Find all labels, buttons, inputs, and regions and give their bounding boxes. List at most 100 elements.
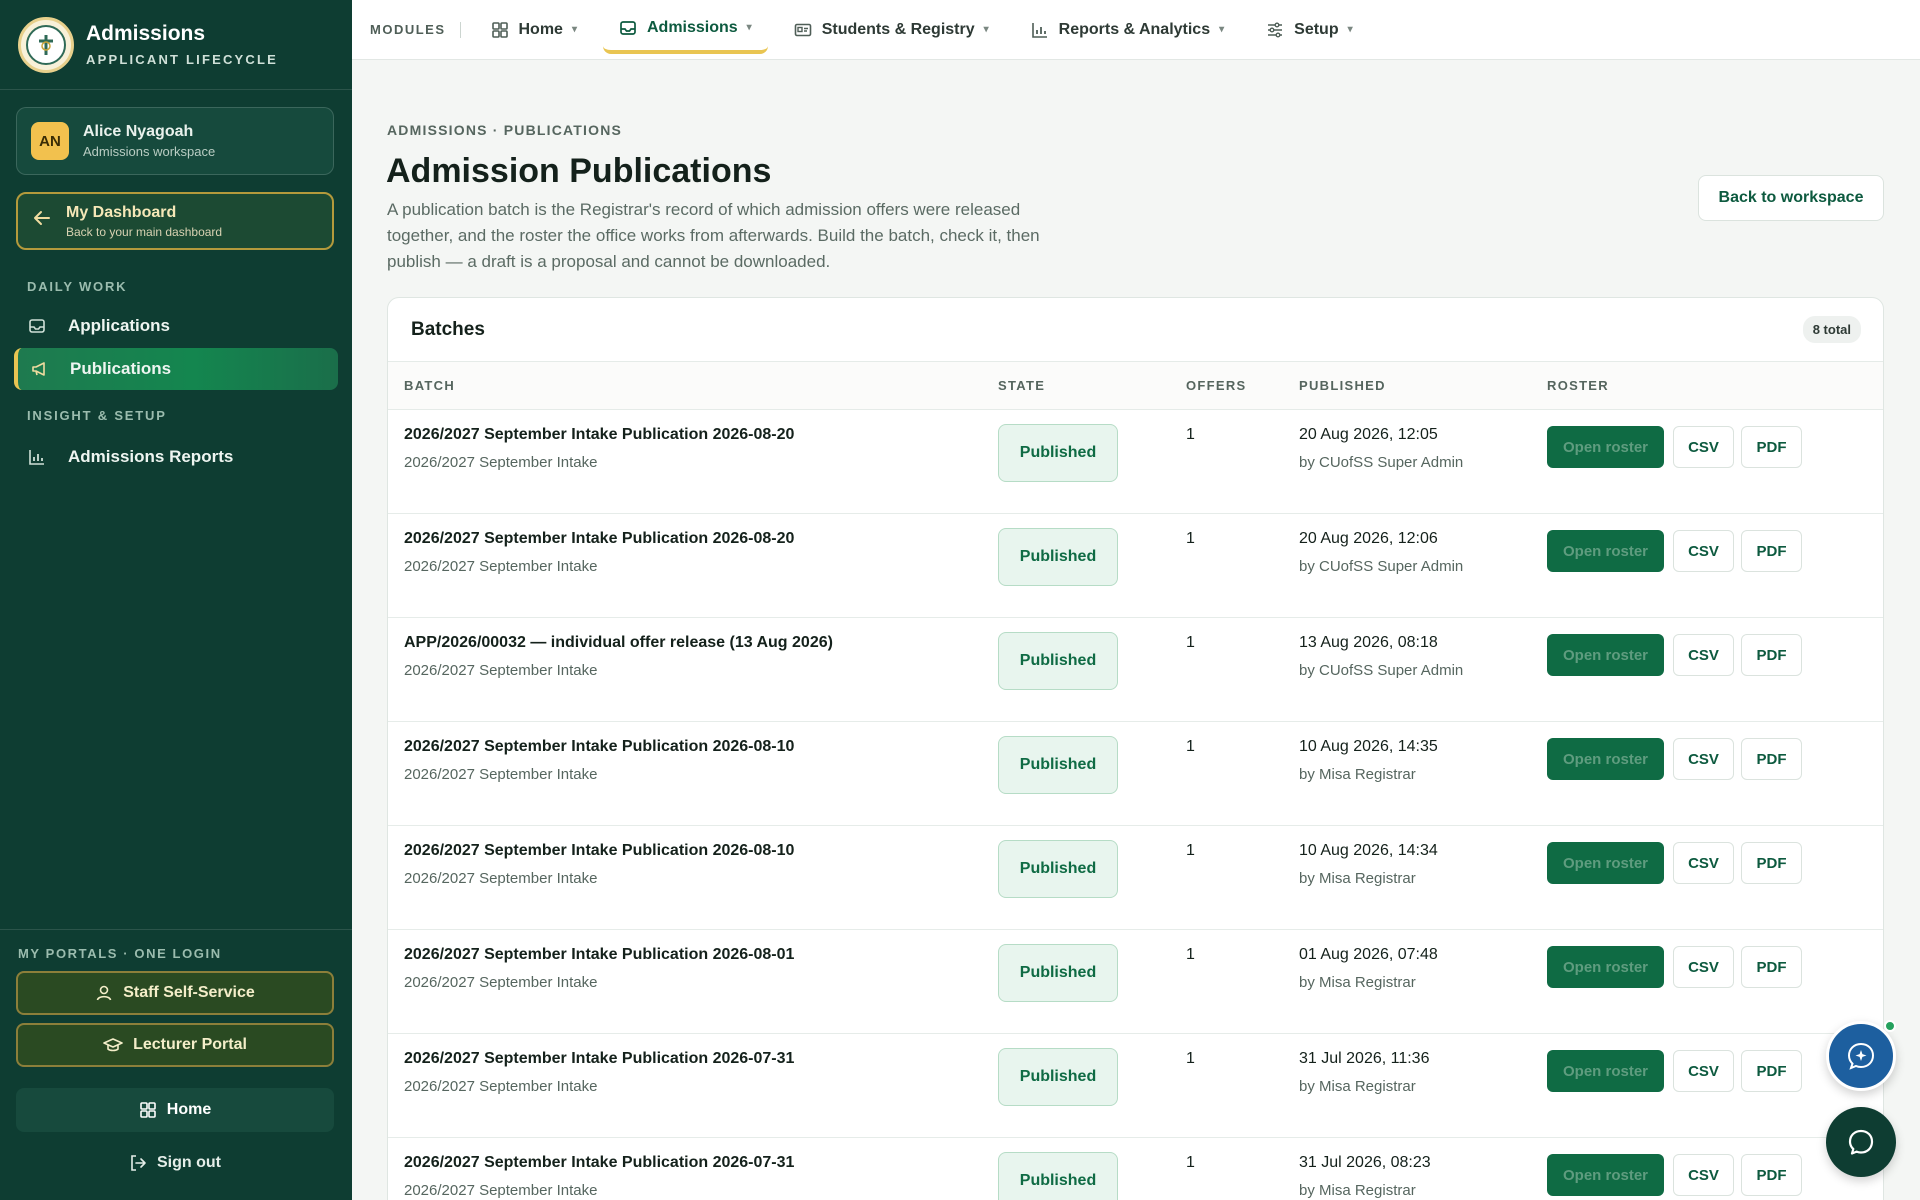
open-roster-button[interactable]: Open roster [1547, 530, 1664, 572]
bar-chart-icon [28, 448, 50, 466]
csv-download-button[interactable]: CSV [1673, 1050, 1734, 1092]
published-date: 20 Aug 2026, 12:06 [1299, 530, 1438, 547]
table-row: 2026/2027 September Intake Publication 2… [388, 930, 1883, 1034]
csv-download-button[interactable]: CSV [1673, 842, 1734, 884]
offers-count: 1 [1186, 946, 1195, 963]
batch-intake: 2026/2027 September Intake [404, 1078, 598, 1095]
sidebar: Admissions APPLICANT LIFECYCLE AN Alice … [0, 0, 352, 1200]
status-badge: Published [998, 1048, 1118, 1106]
csv-download-button[interactable]: CSV [1673, 530, 1734, 572]
batch-title[interactable]: 2026/2027 September Intake Publication 2… [404, 1050, 794, 1068]
batch-title[interactable]: 2026/2027 September Intake Publication 2… [404, 946, 794, 964]
chevron-down-icon: ▾ [983, 24, 989, 35]
status-badge: Published [998, 1152, 1118, 1200]
tab-admissions[interactable]: Admissions ▾ [602, 6, 768, 54]
published-by: by CUofSS Super Admin [1299, 454, 1464, 471]
table-row: 2026/2027 September Intake Publication 2… [388, 514, 1883, 618]
csv-download-button[interactable]: CSV [1673, 946, 1734, 988]
pdf-download-button[interactable]: PDF [1741, 1154, 1802, 1196]
dashboard-title: My Dashboard [66, 203, 177, 221]
batch-title[interactable]: 2026/2027 September Intake Publication 2… [404, 738, 794, 756]
inbox-icon [619, 19, 637, 37]
pdf-download-button[interactable]: PDF [1741, 738, 1802, 780]
sign-out-icon [129, 1154, 147, 1172]
open-roster-button[interactable]: Open roster [1547, 426, 1664, 468]
table-row: 2026/2027 September Intake Publication 2… [388, 826, 1883, 930]
published-by: by Misa Registrar [1299, 766, 1416, 783]
ai-assistant-button[interactable] [1826, 1021, 1896, 1091]
open-roster-button[interactable]: Open roster [1547, 738, 1664, 780]
sidebar-item-applications[interactable]: Applications [14, 305, 338, 347]
published-date: 31 Jul 2026, 11:36 [1299, 1050, 1430, 1067]
pdf-download-button[interactable]: PDF [1741, 530, 1802, 572]
batch-intake: 2026/2027 September Intake [404, 766, 598, 783]
batch-title[interactable]: 2026/2027 September Intake Publication 2… [404, 530, 794, 548]
staff-self-service-button[interactable]: Staff Self-Service [16, 971, 334, 1015]
csv-download-button[interactable]: CSV [1673, 1154, 1734, 1196]
open-roster-button[interactable]: Open roster [1547, 1050, 1664, 1092]
count-badge: 8 total [1802, 316, 1861, 343]
divider [0, 929, 352, 930]
open-roster-button[interactable]: Open roster [1547, 1154, 1664, 1196]
csv-download-button[interactable]: CSV [1673, 634, 1734, 676]
tab-students-registry[interactable]: Students & Registry ▾ [778, 7, 1005, 53]
column-header-batch[interactable]: BATCH [404, 378, 455, 393]
user-role: Admissions workspace [83, 144, 216, 159]
sidebar-item-publications[interactable]: Publications [14, 348, 338, 390]
open-roster-button[interactable]: Open roster [1547, 634, 1664, 676]
pdf-download-button[interactable]: PDF [1741, 842, 1802, 884]
column-header-offers[interactable]: OFFERS [1186, 378, 1247, 393]
tab-reports-analytics[interactable]: Reports & Analytics ▾ [1015, 7, 1240, 53]
batch-intake: 2026/2027 September Intake [404, 558, 598, 575]
column-header-published[interactable]: PUBLISHED [1299, 378, 1386, 393]
chevron-down-icon: ▾ [1347, 24, 1353, 35]
sign-out-button[interactable]: Sign out [16, 1148, 334, 1178]
open-roster-button[interactable]: Open roster [1547, 842, 1664, 884]
chevron-down-icon: ▾ [1219, 24, 1225, 35]
sidebar-item-label: Applications [68, 316, 171, 335]
portals-label: MY PORTALS · ONE LOGIN [18, 946, 222, 961]
chevron-down-icon: ▾ [571, 24, 577, 35]
home-button[interactable]: Home [16, 1088, 334, 1132]
user-card[interactable]: AN Alice Nyagoah Admissions workspace [16, 107, 334, 175]
megaphone-icon [30, 360, 52, 378]
pdf-download-button[interactable]: PDF [1741, 634, 1802, 676]
tab-setup[interactable]: Setup ▾ [1250, 7, 1368, 53]
tab-home[interactable]: Home ▾ [475, 7, 593, 53]
page-title: Admission Publications [386, 152, 772, 190]
sidebar-item-admissions-reports[interactable]: Admissions Reports [14, 436, 338, 478]
tab-label: Students & Registry [821, 20, 975, 38]
sliders-icon [1266, 21, 1284, 39]
offers-count: 1 [1186, 1050, 1195, 1067]
batch-title[interactable]: 2026/2027 September Intake Publication 2… [404, 426, 794, 444]
pdf-download-button[interactable]: PDF [1741, 426, 1802, 468]
staff-self-service-label: Staff Self-Service [123, 984, 255, 1001]
published-date: 20 Aug 2026, 12:05 [1299, 426, 1438, 443]
csv-download-button[interactable]: CSV [1673, 738, 1734, 780]
published-by: by Misa Registrar [1299, 870, 1416, 887]
pdf-download-button[interactable]: PDF [1741, 946, 1802, 988]
published-by: by Misa Registrar [1299, 1182, 1416, 1199]
batch-intake: 2026/2027 September Intake [404, 974, 598, 991]
lecturer-portal-button[interactable]: Lecturer Portal [16, 1023, 334, 1067]
csv-download-button[interactable]: CSV [1673, 426, 1734, 468]
offers-count: 1 [1186, 842, 1195, 859]
my-dashboard-button[interactable]: My Dashboard Back to your main dashboard [16, 192, 334, 250]
batches-title: Batches [411, 318, 485, 340]
graduation-cap-icon [103, 1036, 123, 1054]
batches-table-body: 2026/2027 September Intake Publication 2… [388, 410, 1883, 1200]
batch-title[interactable]: 2026/2027 September Intake Publication 2… [404, 1154, 794, 1172]
status-badge: Published [998, 424, 1118, 482]
pdf-download-button[interactable]: PDF [1741, 1050, 1802, 1092]
column-header-state[interactable]: STATE [998, 378, 1045, 393]
batch-title[interactable]: APP/2026/00032 — individual offer releas… [404, 634, 833, 652]
status-badge: Published [998, 528, 1118, 586]
batch-intake: 2026/2027 September Intake [404, 1182, 598, 1199]
status-badge: Published [998, 632, 1118, 690]
back-to-workspace-button[interactable]: Back to workspace [1698, 175, 1884, 221]
grid-icon [491, 21, 509, 39]
batch-intake: 2026/2027 September Intake [404, 454, 598, 471]
chat-button[interactable] [1826, 1107, 1896, 1177]
open-roster-button[interactable]: Open roster [1547, 946, 1664, 988]
batch-title[interactable]: 2026/2027 September Intake Publication 2… [404, 842, 794, 860]
